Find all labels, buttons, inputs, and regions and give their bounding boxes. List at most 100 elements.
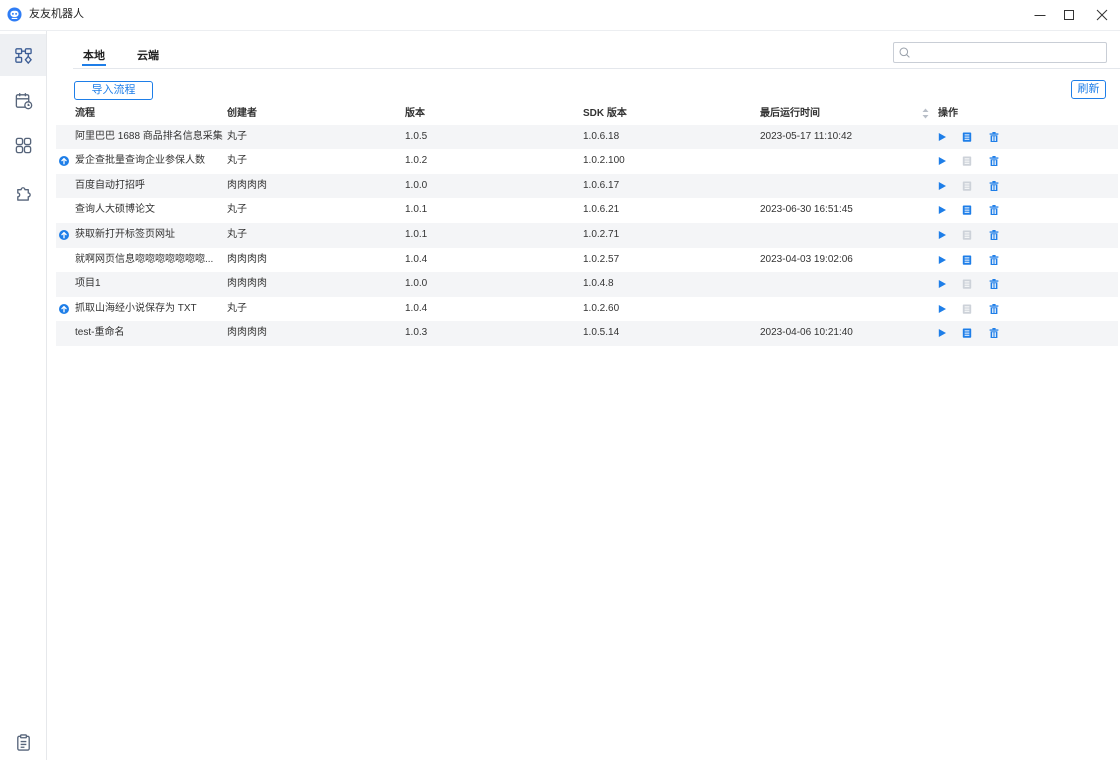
flow-version: 1.0.2 [405,155,428,167]
column-header-flow: 流程 [75,108,95,119]
table-row[interactable]: test-重命名 肉肉肉肉 1.0.3 1.0.5.14 2023-04-06 … [56,321,1118,346]
play-icon[interactable] [937,230,947,240]
flow-creator: 丸子 [227,228,247,240]
tab-label: 本地 [83,50,105,62]
table-row[interactable]: 查询人大硕博论文 丸子 1.0.1 1.0.6.21 2023-06-30 16… [56,198,1118,223]
list-icon[interactable] [962,132,972,142]
tab-local[interactable]: 本地 [82,49,106,66]
trash-icon[interactable] [989,205,999,215]
clipboard-icon [16,733,30,751]
robot-logo-icon [7,7,22,22]
sort-icon[interactable] [922,108,929,119]
trash-icon[interactable] [989,279,999,289]
flow-sdk-version: 1.0.2.100 [583,155,625,167]
sidebar-item-plugins[interactable] [0,171,46,213]
play-icon[interactable] [937,156,947,166]
flow-creator: 肉肉肉肉 [227,327,267,339]
play-icon[interactable] [937,304,947,314]
flow-name: 查询人大硕博论文 [75,204,155,216]
sidebar-item-flows[interactable] [0,34,46,76]
table-row[interactable]: 就啊网页信息唿唿唿唿唿唿唿... 肉肉肉肉 1.0.4 1.0.2.57 202… [56,248,1118,273]
list-icon [962,230,972,240]
flow-version: 1.0.4 [405,253,428,265]
flow-version: 1.0.0 [405,179,428,191]
refresh-button[interactable]: 刷新 [1071,80,1106,99]
trash-icon[interactable] [989,230,999,240]
column-header-last-run[interactable]: 最后运行时间 [760,107,820,121]
flow-name: 阿里巴巴 1688 商品排名信息采集 [75,130,223,142]
sidebar-item-schedule[interactable] [0,79,46,121]
trash-icon[interactable] [989,181,999,191]
flowchart-icon [14,47,32,64]
flow-creator: 丸子 [227,130,247,142]
flow-sdk-version: 1.0.5.14 [583,327,620,339]
flow-name: test-重命名 [75,327,125,339]
list-icon[interactable] [962,328,972,338]
flow-creator: 丸子 [227,204,247,216]
table-row[interactable]: 获取新打开标签页网址 丸子 1.0.1 1.0.2.71 [56,222,1118,248]
import-flow-button[interactable]: 导入流程 [74,81,153,100]
flow-version: 1.0.4 [405,302,428,314]
flow-creator: 肉肉肉肉 [227,253,267,265]
flow-sdk-version: 1.0.2.60 [583,302,620,314]
flow-name: 抓取山海经小说保存为 TXT [75,302,197,314]
trash-icon[interactable] [989,156,999,166]
list-icon[interactable] [962,255,972,265]
sidebar-item-logs[interactable] [0,724,46,760]
play-icon[interactable] [937,279,947,289]
puzzle-icon [16,186,31,201]
trash-icon[interactable] [989,255,999,265]
play-icon[interactable] [937,205,947,215]
flow-name: 就啊网页信息唿唿唿唿唿唿唿... [75,253,214,265]
flow-version: 1.0.1 [405,204,428,216]
column-header-sdk-version: SDK 版本 [583,108,627,119]
flow-name: 项目1 [75,278,101,290]
play-icon[interactable] [937,132,947,142]
trash-icon[interactable] [989,304,999,314]
flow-creator: 肉肉肉肉 [227,179,267,191]
flow-creator: 丸子 [227,155,247,167]
tab-cloud[interactable]: 云端 [137,49,159,66]
play-icon[interactable] [937,255,947,265]
table-row[interactable]: 项目1 肉肉肉肉 1.0.0 1.0.4.8 [56,272,1118,297]
arrow-up-circle-icon[interactable] [59,304,69,314]
sidebar [0,31,47,760]
trash-icon[interactable] [989,132,999,142]
maximize-button[interactable] [1059,6,1079,24]
play-icon[interactable] [937,181,947,191]
close-icon [1096,9,1108,21]
flow-sdk-version: 1.0.2.71 [583,228,620,240]
arrow-up-circle-icon[interactable] [59,156,69,166]
sidebar-item-apps[interactable] [0,124,46,166]
search-input[interactable] [914,44,1102,61]
table-row[interactable]: 阿里巴巴 1688 商品排名信息采集 丸子 1.0.5 1.0.6.18 202… [56,124,1118,150]
flow-version: 1.0.5 [405,130,428,142]
column-header-version: 版本 [405,108,425,119]
list-icon [962,279,972,289]
tab-label: 云端 [137,50,159,62]
list-icon [962,304,972,314]
flow-version: 1.0.1 [405,228,428,240]
flow-sdk-version: 1.0.6.21 [583,204,620,216]
minimize-button[interactable] [1030,6,1050,24]
flow-sdk-version: 1.0.4.8 [583,278,614,290]
list-icon [962,156,972,166]
title-bar: 友友机器人 [0,0,1120,31]
app-title: 友友机器人 [29,8,84,20]
flow-sdk-version: 1.0.6.18 [583,130,620,142]
tab-divider [73,68,1120,69]
flow-last-run: 2023-04-06 10:21:40 [760,327,853,339]
table-row[interactable]: 爱企查批量查询企业参保人数 丸子 1.0.2 1.0.2.100 [56,149,1118,174]
play-icon[interactable] [937,328,947,338]
close-button[interactable] [1092,6,1112,24]
list-icon[interactable] [962,205,972,215]
table-row[interactable]: 抓取山海经小说保存为 TXT 丸子 1.0.4 1.0.2.60 [56,297,1118,322]
flow-version: 1.0.0 [405,278,428,290]
grid-icon [15,137,31,153]
arrow-up-circle-icon[interactable] [59,230,69,240]
table-row[interactable]: 百度自动打招呼 肉肉肉肉 1.0.0 1.0.6.17 [56,173,1118,199]
flow-creator: 丸子 [227,302,247,314]
trash-icon[interactable] [989,328,999,338]
search-box[interactable] [893,42,1107,63]
maximize-icon [1064,10,1074,20]
